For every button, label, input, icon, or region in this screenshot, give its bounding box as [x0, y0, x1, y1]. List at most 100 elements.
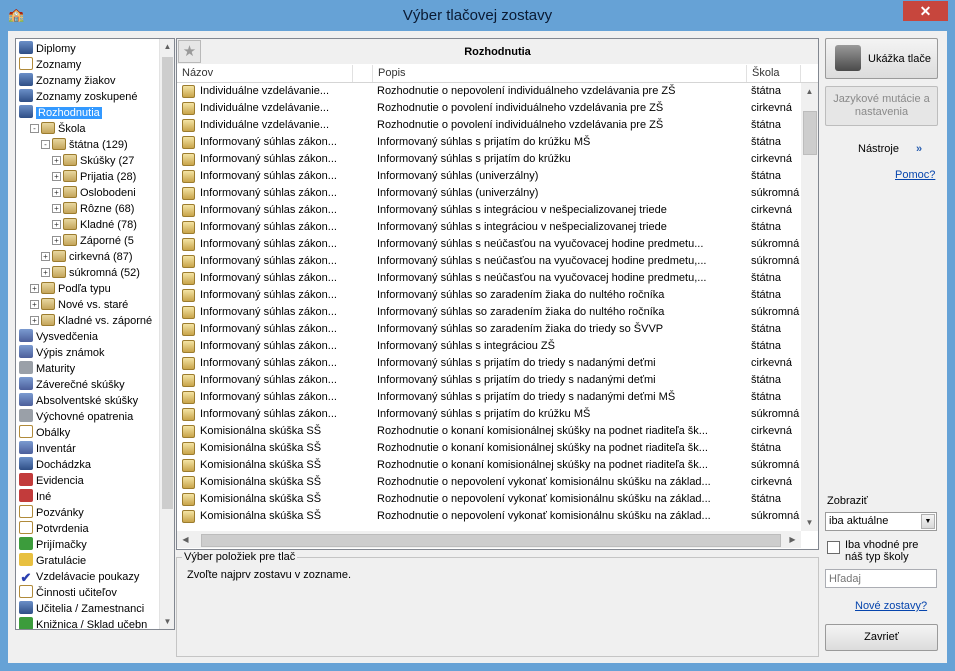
expand-icon[interactable]: +: [52, 172, 61, 181]
tree-item[interactable]: Iné: [19, 489, 51, 505]
search-input[interactable]: [825, 569, 937, 588]
table-row[interactable]: Individuálne vzdelávanie... Rozhodnutie o…: [177, 83, 801, 100]
table-row[interactable]: Informovaný súhlas zákon... Informovaný s…: [177, 168, 801, 185]
table-row[interactable]: Informovaný súhlas zákon... Informovaný s…: [177, 389, 801, 406]
tree-item[interactable]: Absolventské skúšky: [19, 393, 138, 409]
tree-item[interactable]: Knižnica / Sklad učebn: [19, 617, 147, 629]
table-row[interactable]: Informovaný súhlas zákon... Informovaný s…: [177, 236, 801, 253]
table-row[interactable]: Informovaný súhlas zákon... Informovaný s…: [177, 219, 801, 236]
collapse-icon[interactable]: -: [41, 140, 50, 149]
expand-icon[interactable]: +: [52, 204, 61, 213]
table-row[interactable]: Komisionálna skúška SŠ Rozhodnutie o kona…: [177, 423, 801, 440]
tree-item[interactable]: + cirkevná (87): [41, 249, 133, 265]
tree-item[interactable]: Výchovné opatrenia: [19, 409, 133, 425]
tree-item[interactable]: Výpis známok: [19, 345, 104, 361]
tree-item[interactable]: Zoznamy zoskupené: [19, 89, 138, 105]
tree-item[interactable]: Prijímačky: [19, 537, 87, 553]
scroll-down-arrow-icon[interactable]: ▼: [801, 514, 818, 531]
tree-item[interactable]: Maturity: [19, 361, 75, 377]
report-list-vscroll[interactable]: ▲ ▼: [801, 83, 818, 531]
tree-item[interactable]: + Nové vs. staré: [30, 297, 128, 313]
chevron-down-icon[interactable]: ▼: [921, 514, 935, 529]
expand-icon[interactable]: +: [30, 316, 39, 325]
table-row[interactable]: Komisionálna skúška SŠ Rozhodnutie o nepo…: [177, 474, 801, 491]
tree-scroll-thumb[interactable]: [162, 57, 173, 509]
table-row[interactable]: Individuálne vzdelávanie... Rozhodnutie o…: [177, 100, 801, 117]
tree-item[interactable]: ✔ Vzdelávacie poukazy: [19, 569, 140, 585]
table-row[interactable]: Informovaný súhlas zákon... Informovaný s…: [177, 338, 801, 355]
report-list-hscroll-thumb[interactable]: [201, 534, 781, 547]
tree-item[interactable]: Vysvedčenia: [19, 329, 98, 345]
table-row[interactable]: Informovaný súhlas zákon... Informovaný s…: [177, 270, 801, 287]
expand-icon[interactable]: +: [30, 284, 39, 293]
column-header-school[interactable]: Škola: [747, 65, 801, 82]
tree-scrollbar[interactable]: ▲ ▼: [159, 39, 174, 629]
expand-icon[interactable]: +: [52, 236, 61, 245]
scroll-right-arrow-icon[interactable]: ▶: [784, 531, 801, 548]
table-row[interactable]: Komisionálna skúška SŠ Rozhodnutie o kona…: [177, 440, 801, 457]
report-list-vscroll-thumb[interactable]: [803, 111, 817, 155]
tree-item[interactable]: - štátna (129): [41, 137, 128, 153]
tree-item[interactable]: + Prijatia (28): [52, 169, 136, 185]
expand-icon[interactable]: +: [41, 268, 50, 277]
table-row[interactable]: Komisionálna skúška SŠ Rozhodnutie o nepo…: [177, 508, 801, 525]
print-preview-button[interactable]: Ukážka tlače: [825, 38, 938, 79]
tree-item[interactable]: + Kladné (78): [52, 217, 137, 233]
close-button[interactable]: Zavrieť: [825, 624, 938, 651]
tree-item[interactable]: - Škola: [30, 121, 86, 137]
table-row[interactable]: Informovaný súhlas zákon... Informovaný s…: [177, 134, 801, 151]
tree-item[interactable]: Zoznamy: [19, 57, 81, 73]
tree-item[interactable]: + Podľa typu: [30, 281, 111, 297]
language-settings-button[interactable]: Jazykové mutácie a nastavenia: [825, 86, 938, 126]
tree-item[interactable]: + Rôzne (68): [52, 201, 134, 217]
tree-item[interactable]: Pozvánky: [19, 505, 84, 521]
table-row[interactable]: Informovaný súhlas zákon... Informovaný s…: [177, 287, 801, 304]
tree-item[interactable]: Inventár: [19, 441, 76, 457]
table-row[interactable]: Komisionálna skúška SŠ Rozhodnutie o nepo…: [177, 491, 801, 508]
scroll-up-arrow-icon[interactable]: ▲: [160, 39, 174, 54]
table-row[interactable]: Informovaný súhlas zákon... Informovaný s…: [177, 202, 801, 219]
table-row[interactable]: Komisionálna skúška SŠ Rozhodnutie o kona…: [177, 457, 801, 474]
tree-item[interactable]: + Skúšky (27: [52, 153, 134, 169]
tree-item[interactable]: Rozhodnutia: [19, 105, 102, 121]
table-row[interactable]: Informovaný súhlas zákon... Informovaný s…: [177, 355, 801, 372]
table-row[interactable]: Individuálne vzdelávanie... Rozhodnutie o…: [177, 117, 801, 134]
tree-item[interactable]: + Záporné (5: [52, 233, 134, 249]
tree-item[interactable]: + súkromná (52): [41, 265, 140, 281]
report-list-hscroll[interactable]: ◀ ▶: [177, 531, 801, 548]
expand-icon[interactable]: +: [52, 220, 61, 229]
scroll-left-arrow-icon[interactable]: ◀: [177, 531, 194, 548]
new-reports-link[interactable]: Nové zostavy?: [855, 600, 927, 612]
scroll-down-arrow-icon[interactable]: ▼: [160, 614, 174, 629]
tree-item[interactable]: Gratulácie: [19, 553, 86, 569]
tree-item[interactable]: Zoznamy žiakov: [19, 73, 115, 89]
table-row[interactable]: Informovaný súhlas zákon... Informovaný s…: [177, 253, 801, 270]
scroll-up-arrow-icon[interactable]: ▲: [801, 83, 818, 100]
tree-item[interactable]: Obálky: [19, 425, 70, 441]
table-row[interactable]: Informovaný súhlas zákon... Informovaný s…: [177, 185, 801, 202]
close-window-button[interactable]: ✕: [903, 1, 948, 21]
tree-item[interactable]: Záverečné skúšky: [19, 377, 125, 393]
table-row[interactable]: Informovaný súhlas zákon... Informovaný s…: [177, 321, 801, 338]
collapse-icon[interactable]: -: [30, 124, 39, 133]
expand-icon[interactable]: +: [52, 188, 61, 197]
tree-item[interactable]: Evidencia: [19, 473, 84, 489]
table-row[interactable]: Informovaný súhlas zákon... Informovaný s…: [177, 372, 801, 389]
tree-item[interactable]: + Kladné vs. záporné: [30, 313, 152, 329]
show-filter-select[interactable]: iba aktuálne ▼: [825, 512, 937, 531]
column-header-description[interactable]: Popis: [373, 65, 747, 82]
help-link[interactable]: Pomoc?: [895, 169, 935, 181]
column-header-name[interactable]: Názov: [177, 65, 353, 82]
tree-item[interactable]: Potvrdenia: [19, 521, 89, 537]
table-row[interactable]: Informovaný súhlas zákon... Informovaný s…: [177, 151, 801, 168]
tools-toggle[interactable]: Nástroje »: [824, 140, 938, 158]
tree-item[interactable]: + Oslobodeni: [52, 185, 136, 201]
expand-icon[interactable]: +: [30, 300, 39, 309]
tree-item[interactable]: Činnosti učiteľov: [19, 585, 117, 601]
only-suitable-checkbox[interactable]: [827, 541, 840, 554]
expand-icon[interactable]: +: [52, 156, 61, 165]
tree-item[interactable]: Diplomy: [19, 41, 76, 57]
tree-item[interactable]: Dochádzka: [19, 457, 91, 473]
table-row[interactable]: Informovaný súhlas zákon... Informovaný s…: [177, 406, 801, 423]
expand-icon[interactable]: +: [41, 252, 50, 261]
